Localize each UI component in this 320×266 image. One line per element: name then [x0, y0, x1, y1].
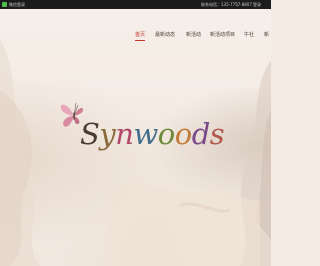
nav-item-event-projects[interactable]: 新活动项目 — [210, 31, 235, 40]
main-nav: 首页 最新动态 新活动 新活动项目 午社 新 — [0, 31, 271, 43]
wechat-login-link[interactable]: 微信登录 — [9, 1, 25, 8]
login-link[interactable]: 登录 — [253, 1, 261, 8]
nav-item-club[interactable]: 午社 — [244, 31, 254, 40]
top-bar: 微信登录 联系电话：135-7757-8807 | 登录 — [0, 0, 271, 9]
nav-item-home[interactable]: 首页 — [135, 31, 146, 41]
page: 微信登录 联系电话：135-7757-8807 | 登录 首页 最新动态 新活动… — [0, 0, 271, 266]
nav-item-more[interactable]: 新 — [264, 31, 269, 40]
logo-wordmark: Synwoods — [80, 117, 225, 151]
nav-item-events[interactable]: 新活动 — [186, 31, 201, 40]
topbar-separator: | — [237, 2, 239, 7]
contact-phone: 联系电话：135-7757-8807 — [201, 2, 252, 7]
brand-logo: Synwoods — [60, 100, 225, 160]
nav-item-news[interactable]: 最新动态 — [155, 31, 175, 40]
wechat-icon[interactable] — [2, 2, 7, 7]
